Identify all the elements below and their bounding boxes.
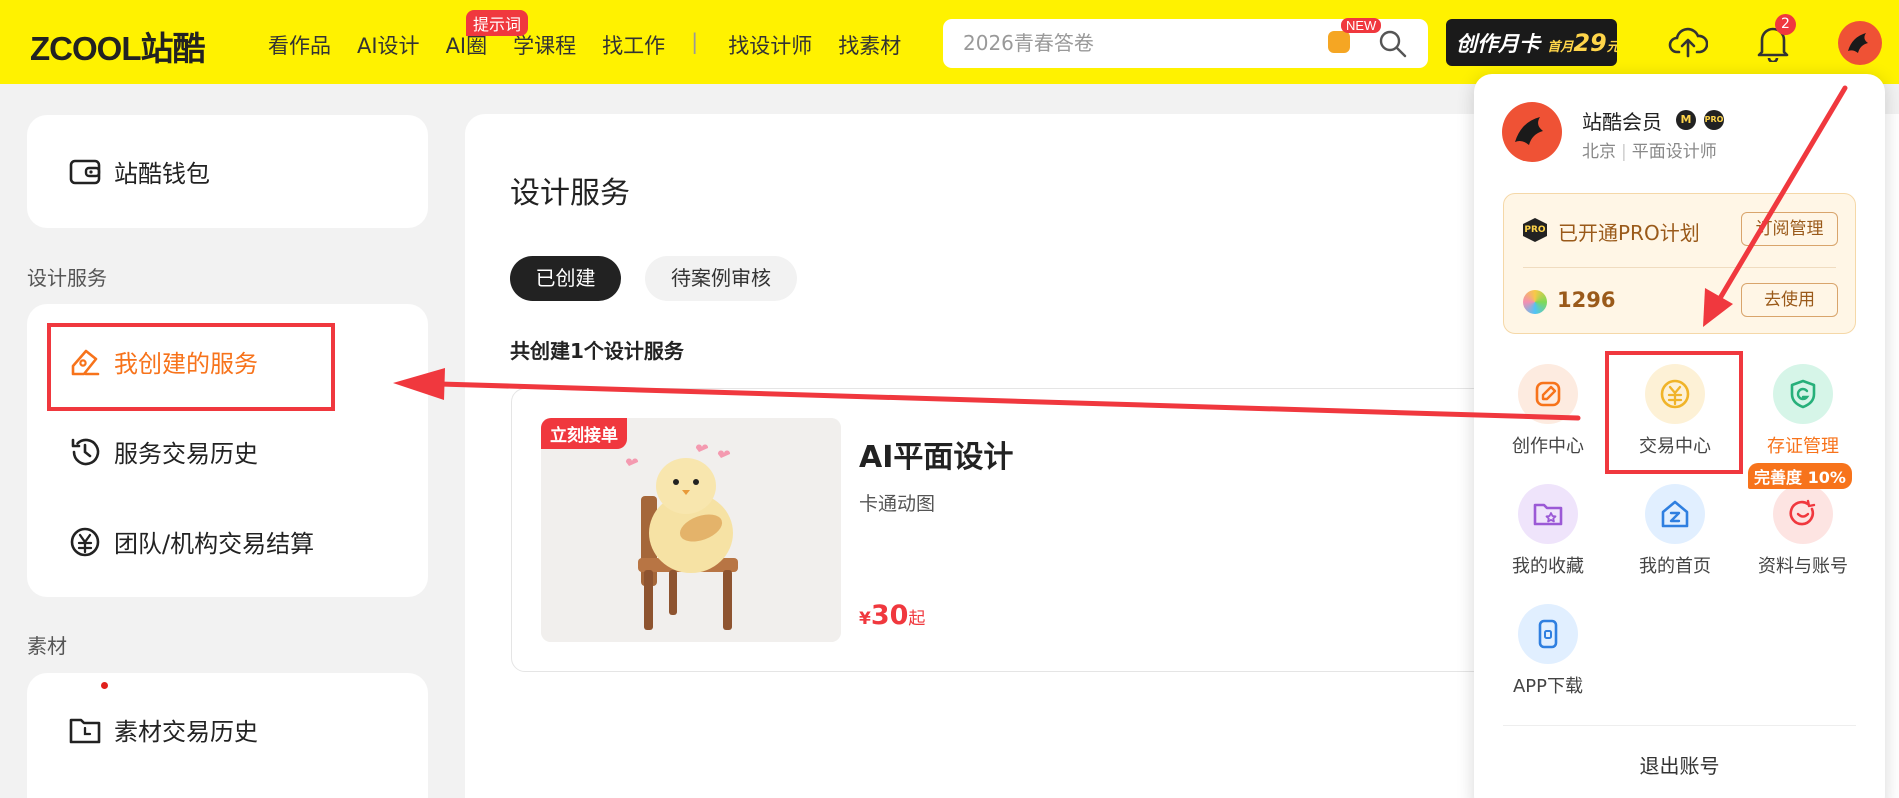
tab-created[interactable]: 已创建 [510, 256, 621, 301]
pro-badge: PRO [1704, 110, 1724, 130]
service-title[interactable]: AI平面设计 [859, 432, 1013, 476]
grid-label: 我的首页 [1639, 556, 1711, 577]
grid-my-favorites[interactable]: 我的收藏 [1493, 484, 1603, 578]
wallet-icon [69, 159, 101, 184]
service-count: 共创建1个设计服务 [510, 339, 684, 363]
service-thumbnail[interactable] [541, 418, 841, 642]
grid-label: 资料与账号 [1758, 556, 1848, 577]
section-title-material: 素材 [27, 634, 67, 658]
sidebar-item-label: 团队/机构交易结算 [114, 530, 315, 558]
coin-icon [1523, 290, 1547, 314]
promo-text: 创作月卡 [1456, 32, 1540, 56]
zcool-logo[interactable]: ZCOOL站酷 [30, 22, 205, 70]
location-city: 北京 [1582, 142, 1616, 162]
section-title-design: 设计服务 [27, 266, 107, 290]
folder-star-icon [1518, 484, 1578, 544]
coin-balance: 1296 [1557, 288, 1616, 312]
grid-label: APP下载 [1512, 676, 1584, 697]
grid-profile-account[interactable]: 资料与账号 [1748, 484, 1858, 578]
service-price: ¥30起 [859, 600, 925, 631]
location-divider: | [1621, 142, 1627, 162]
nav-jobs[interactable]: 找工作 [602, 30, 665, 60]
grid-creation-center[interactable]: 创作中心 [1493, 364, 1603, 458]
unread-dot [101, 682, 108, 689]
member-location: 北京 | 平面设计师 [1582, 137, 1717, 162]
new-feature-icon[interactable] [1328, 31, 1350, 53]
location-role: 平面设计师 [1631, 142, 1717, 162]
grid-label: 我的收藏 [1512, 556, 1584, 577]
highlight-my-services [47, 323, 335, 411]
search-box[interactable]: NEW [943, 18, 1428, 68]
dropdown-avatar[interactable] [1502, 102, 1562, 162]
highlight-trade-center [1605, 351, 1743, 474]
use-coins-button[interactable]: 去使用 [1741, 283, 1838, 317]
grid-app-download[interactable]: APP下载 [1493, 604, 1603, 698]
member-name: 站酷会员 [1582, 110, 1662, 134]
sidebar-item-material-history[interactable]: 素材交易历史 [68, 712, 258, 747]
promo-price: 29 [1573, 29, 1607, 57]
service-subtitle: 卡通动图 [859, 493, 936, 515]
yen-circle-icon [70, 527, 100, 556]
promo-unit: 元 [1607, 40, 1617, 55]
profile-refresh-icon [1773, 484, 1833, 544]
grid-my-homepage[interactable]: 我的首页 [1620, 484, 1730, 578]
upload-cloud-icon[interactable] [1668, 24, 1708, 60]
phone-icon [1518, 604, 1578, 664]
search-icon[interactable] [1378, 29, 1408, 59]
price-value: 30 [870, 600, 909, 631]
sidebar-item-team-settlement[interactable]: 团队/机构交易结算 [68, 524, 314, 559]
page-title: 设计服务 [510, 176, 630, 211]
grid-label: 存证管理 [1767, 436, 1839, 457]
completion-badge: 完善度 10% [1748, 463, 1852, 489]
sidebar-item-label: 服务交易历史 [114, 440, 258, 468]
pro-plan-text: 已开通PRO计划 [1558, 221, 1700, 245]
pro-divider [1523, 267, 1836, 268]
user-avatar[interactable] [1838, 21, 1882, 65]
sidebar-item-wallet[interactable]: 站酷钱包 [68, 154, 210, 189]
history-clock-icon [71, 438, 100, 465]
tab-pending-review[interactable]: 待案例审核 [645, 256, 797, 301]
home-icon [1645, 484, 1705, 544]
sidebar-item-label: 素材交易历史 [114, 718, 258, 746]
search-input[interactable] [963, 31, 1263, 55]
new-badge: NEW [1341, 18, 1382, 33]
nav-find-material[interactable]: 找素材 [838, 30, 901, 60]
price-currency: ¥ [859, 609, 871, 629]
nav-find-designer[interactable]: 找设计师 [728, 30, 812, 60]
prompt-badge: 提示词 [466, 10, 529, 36]
grid-certificate-manage[interactable]: 存证管理 [1748, 364, 1858, 458]
logout-button[interactable]: 退出账号 [1503, 750, 1856, 779]
grid-label: 创作中心 [1512, 436, 1584, 457]
sidebar-item-label: 站酷钱包 [114, 160, 210, 188]
nav-works[interactable]: 看作品 [268, 30, 331, 60]
folder-clock-icon [69, 718, 101, 743]
sidebar-item-service-history[interactable]: 服务交易历史 [68, 434, 258, 469]
promo-small: 首月 [1547, 40, 1574, 55]
creation-icon [1518, 364, 1578, 424]
m-badge: M [1676, 110, 1696, 130]
vip-promo-banner[interactable]: 创作月卡 首月29元 [1446, 19, 1617, 66]
price-suffix: 起 [908, 609, 926, 629]
shield-icon [1773, 364, 1833, 424]
subscription-manage-button[interactable]: 订阅管理 [1741, 212, 1838, 246]
main-nav: 看作品 AI设计 AI圈 学课程 找工作 | 找设计师 找素材 [268, 30, 927, 60]
nav-ai-design[interactable]: AI设计 [357, 30, 420, 60]
nav-divider: | [691, 30, 699, 54]
take-order-ribbon: 立刻接单 [541, 418, 627, 449]
dropdown-divider [1503, 725, 1856, 726]
notification-badge: 2 [1775, 14, 1796, 35]
